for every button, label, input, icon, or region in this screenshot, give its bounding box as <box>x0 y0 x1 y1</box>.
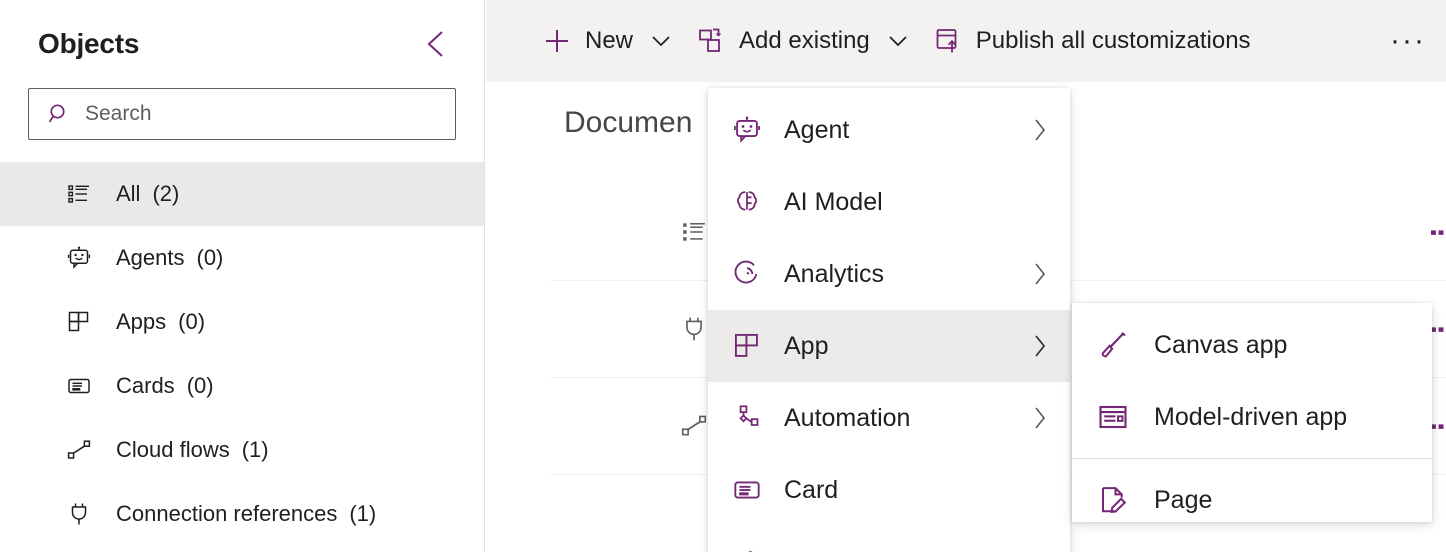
search-input[interactable] <box>85 102 437 126</box>
content-page-title: Documen <box>564 106 692 140</box>
plus-icon <box>542 26 572 56</box>
list-icon <box>680 218 708 246</box>
sidebar-item-cloud-flows[interactable]: Cloud flows (1) <box>0 418 484 482</box>
sidebar-header: Objects <box>0 0 484 88</box>
chevron-right-icon <box>1032 405 1048 431</box>
flow-icon <box>66 437 92 463</box>
new-button[interactable]: New <box>530 13 684 69</box>
model-app-icon <box>1096 400 1130 434</box>
dashboard-icon <box>732 547 762 552</box>
chevron-right-icon <box>1032 333 1048 359</box>
ai-model-icon <box>732 187 762 217</box>
sidebar-item-cards[interactable]: Cards (0) <box>0 354 484 418</box>
sidebar-item-count: (1) <box>349 501 376 527</box>
app-grid-icon <box>732 331 762 361</box>
menu-item-automation[interactable]: Automation <box>708 382 1070 454</box>
sidebar-item-label: Cloud flows <box>116 437 230 463</box>
card-icon <box>66 373 92 399</box>
page-title: Objects <box>38 28 416 60</box>
sidebar-item-count: (1) <box>242 437 269 463</box>
sidebar-item-count: (2) <box>152 181 179 207</box>
objects-sidebar: Objects <box>0 0 485 552</box>
menu-item-label: Automation <box>784 404 1010 433</box>
menu-item-ai-model[interactable]: AI Model <box>708 166 1070 238</box>
blank-icon <box>680 509 708 537</box>
search-box[interactable] <box>28 88 456 140</box>
page-edit-icon <box>1096 483 1130 517</box>
submenu-divider <box>1072 458 1432 459</box>
analytics-icon <box>732 259 762 289</box>
search-icon <box>47 102 71 126</box>
sidebar-item-label: All <box>116 181 140 207</box>
plug-icon <box>680 315 708 343</box>
add-existing-button[interactable]: Add existing <box>684 13 921 69</box>
automation-icon <box>732 403 762 433</box>
command-toolbar: New Add existing <box>486 0 1446 82</box>
menu-item-card[interactable]: Card <box>708 454 1070 526</box>
row-more-button[interactable]: ⋮ <box>1437 317 1444 342</box>
submenu-item-model-driven-app[interactable]: Model-driven app <box>1072 381 1432 453</box>
app-grid-icon <box>66 309 92 335</box>
app-submenu: Canvas app Model-driven app <box>1072 303 1432 522</box>
menu-item-app[interactable]: App <box>708 310 1070 382</box>
chevron-down-icon[interactable] <box>887 33 909 49</box>
submenu-item-label: Model-driven app <box>1154 403 1347 432</box>
menu-item-label: Agent <box>784 116 1010 145</box>
menu-item-label: AI Model <box>784 188 1048 217</box>
robot-icon <box>732 115 762 145</box>
sidebar-item-count: (0) <box>187 373 214 399</box>
sidebar-item-label: Connection references <box>116 501 337 527</box>
flow-icon <box>680 412 708 440</box>
sidebar-item-list: All (2) Agen <box>0 162 484 546</box>
chevron-left-icon <box>423 29 449 59</box>
menu-item-analytics[interactable]: Analytics <box>708 238 1070 310</box>
sidebar-item-agents[interactable]: Agents (0) <box>0 226 484 290</box>
brush-icon <box>1096 328 1130 362</box>
new-button-label: New <box>585 27 633 55</box>
collapse-panel-button[interactable] <box>416 24 456 64</box>
add-existing-icon <box>696 26 726 56</box>
submenu-item-label: Canvas app <box>1154 331 1287 360</box>
solution-objects-screen: Objects <box>0 0 1446 552</box>
row-more-button[interactable]: ⋮ <box>1437 220 1444 245</box>
card-icon <box>732 475 762 505</box>
sidebar-item-apps[interactable]: Apps (0) <box>0 290 484 354</box>
publish-button-label: Publish all customizations <box>976 27 1251 55</box>
plug-icon <box>66 501 92 527</box>
submenu-item-canvas-app[interactable]: Canvas app <box>1072 309 1432 381</box>
search-container <box>0 88 484 140</box>
new-menu: Agent AI Model <box>708 88 1070 552</box>
menu-item-label: Card <box>784 476 1048 505</box>
menu-item-label: App <box>784 332 1010 361</box>
add-existing-button-label: Add existing <box>739 27 870 55</box>
row-more-button[interactable]: ⋮ <box>1437 414 1444 439</box>
menu-item-label: Dashboard <box>784 548 1048 552</box>
robot-icon <box>66 245 92 271</box>
toolbar-overflow-button[interactable]: ··· <box>1376 0 1440 82</box>
chevron-down-icon[interactable] <box>650 33 672 49</box>
sidebar-item-label: Apps <box>116 309 166 335</box>
submenu-item-page[interactable]: Page <box>1072 464 1432 522</box>
sidebar-item-connection-references[interactable]: Connection references (1) <box>0 482 484 546</box>
sidebar-item-label: Cards <box>116 373 175 399</box>
sidebar-item-count: (0) <box>197 245 224 271</box>
menu-item-agent[interactable]: Agent <box>708 94 1070 166</box>
publish-icon <box>933 26 963 56</box>
menu-item-dashboard[interactable]: Dashboard <box>708 526 1070 552</box>
chevron-right-icon <box>1032 117 1048 143</box>
menu-item-label: Analytics <box>784 260 1010 289</box>
list-icon <box>66 181 92 207</box>
sidebar-item-all[interactable]: All (2) <box>0 162 484 226</box>
publish-all-customizations-button[interactable]: Publish all customizations <box>921 13 1263 69</box>
submenu-item-label: Page <box>1154 486 1212 515</box>
sidebar-item-count: (0) <box>178 309 205 335</box>
sidebar-item-label: Agents <box>116 245 185 271</box>
chevron-right-icon <box>1032 261 1048 287</box>
